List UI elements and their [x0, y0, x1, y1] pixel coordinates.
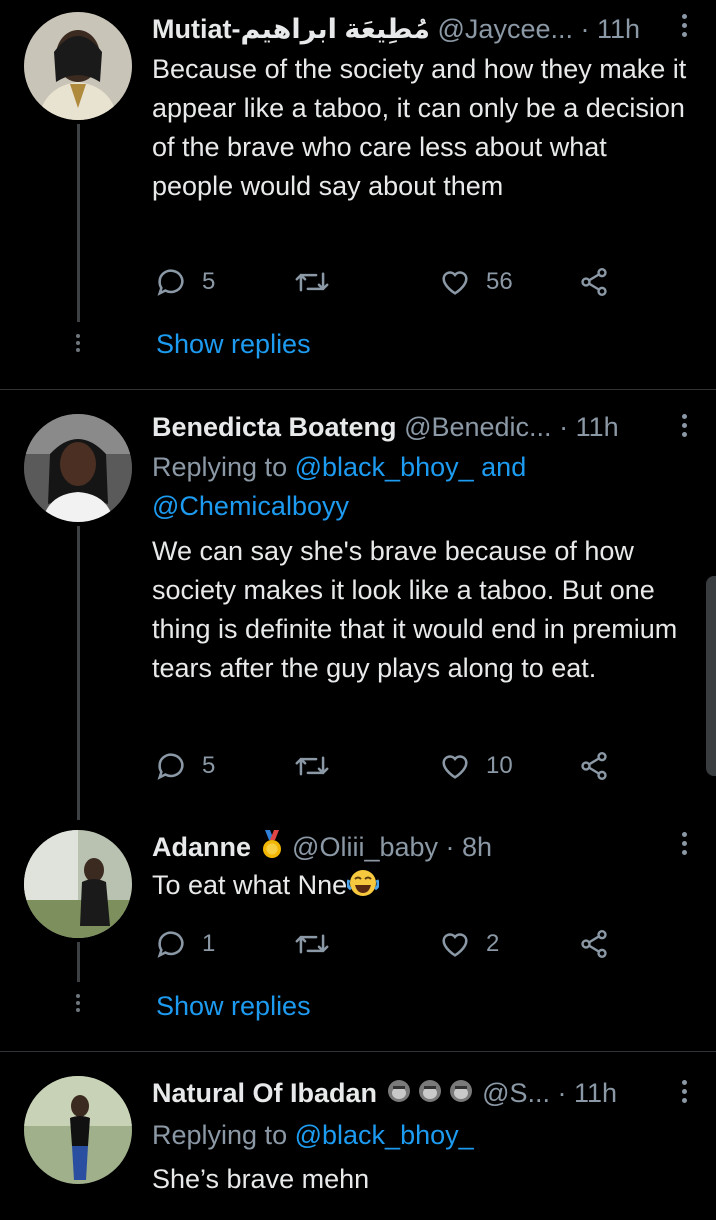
author-name[interactable]: Benedicta Boateng	[152, 412, 397, 442]
divider	[0, 389, 716, 390]
more-options-icon[interactable]	[682, 1080, 688, 1107]
avatar[interactable]	[24, 414, 132, 522]
scrollbar-thumb[interactable]	[706, 576, 716, 776]
show-replies-link[interactable]: Show replies	[156, 988, 311, 1024]
avatar[interactable]	[24, 1076, 132, 1184]
tweet-actions: 5 56	[152, 264, 622, 300]
reply-icon	[157, 931, 184, 958]
like-count: 10	[486, 752, 513, 779]
tweet-text: We can say she's brave because of how so…	[152, 536, 678, 683]
mention-link[interactable]: @black_bhoy_	[295, 1120, 474, 1150]
retweet-icon	[295, 934, 329, 954]
avatar[interactable]	[24, 830, 132, 938]
share-icon	[581, 930, 607, 958]
author-handle[interactable]: @Jaycee...	[438, 14, 573, 44]
retweet-button[interactable]	[294, 748, 344, 784]
reply-count: 1	[202, 930, 216, 957]
like-button[interactable]: 10	[438, 748, 513, 784]
like-button[interactable]: 56	[438, 264, 513, 300]
retweet-button[interactable]	[294, 264, 344, 300]
reply-button[interactable]: 5	[154, 264, 215, 300]
tweet-actions: 5 10	[152, 748, 622, 784]
like-count: 2	[486, 930, 500, 957]
tweet-header: Natural Of Ibadan @S... · 11h	[152, 1076, 696, 1110]
avatar[interactable]	[24, 12, 132, 120]
retweet-icon	[295, 272, 329, 292]
share-button[interactable]	[578, 748, 624, 784]
tweet-text: She’s brave mehn	[152, 1164, 370, 1194]
tweet-time: · 11h	[559, 412, 619, 442]
author-name[interactable]: Natural Of Ibadan	[152, 1078, 377, 1108]
reply-count: 5	[202, 268, 216, 295]
tweet-text-content: To eat what Nne	[152, 870, 348, 900]
tweet-header: Mutiat-مُطِيعَة ابراهيم @Jaycee... · 11h	[152, 12, 696, 46]
reply-count: 5	[202, 752, 216, 779]
tweet-time: · 11h	[557, 1078, 618, 1108]
author-handle[interactable]: @S...	[482, 1078, 550, 1108]
show-replies-link[interactable]: Show replies	[156, 326, 311, 362]
share-icon	[581, 752, 607, 780]
divider	[0, 1051, 716, 1052]
mention-link[interactable]: @black_bhoy_	[295, 452, 474, 482]
mention-link[interactable]: @Chemicalboyy	[152, 491, 349, 521]
like-button[interactable]: 2	[438, 926, 499, 962]
joy-emoji	[346, 868, 380, 909]
author-handle[interactable]: @Benedic...	[404, 412, 552, 442]
reply-button[interactable]: 1	[154, 926, 215, 962]
share-icon	[581, 268, 607, 296]
share-button[interactable]	[578, 926, 624, 962]
share-button[interactable]	[578, 264, 624, 300]
heart-icon	[442, 755, 468, 779]
like-count: 56	[486, 268, 513, 295]
reply-button[interactable]: 5	[154, 748, 215, 784]
replying-label: Replying to	[152, 452, 288, 482]
tweet-actions: 1 2	[152, 926, 622, 962]
replying-to: Replying to @black_bhoy_	[152, 1116, 686, 1155]
replying-label: Replying to	[152, 1120, 288, 1150]
tweet-text: Because of the society and how they make…	[152, 54, 687, 201]
replying-and: and	[481, 452, 527, 482]
reply-icon	[157, 753, 184, 780]
retweet-button[interactable]	[294, 926, 344, 962]
heart-icon	[442, 933, 468, 957]
tweet-header: Benedicta Boateng @Benedic... · 11h	[152, 410, 696, 444]
monkey-emoji	[385, 1076, 475, 1114]
author-handle[interactable]: @Oliii_baby	[292, 832, 438, 862]
more-options-icon[interactable]	[682, 414, 688, 441]
replying-to: Replying to @black_bhoy_ and @Chemicalbo…	[152, 448, 686, 526]
more-options-icon[interactable]	[682, 14, 688, 41]
medal-emoji	[259, 830, 285, 868]
reply-icon	[157, 269, 184, 296]
author-name[interactable]: Mutiat-مُطِيعَة ابراهيم	[152, 14, 430, 44]
heart-icon	[442, 271, 468, 295]
tweet-time: · 8h	[445, 832, 493, 862]
more-options-icon[interactable]	[682, 832, 688, 859]
tweet-time: · 11h	[580, 14, 641, 44]
tweet-header: Adanne @Oliii_baby · 8h	[152, 830, 696, 864]
author-name[interactable]: Adanne	[152, 832, 251, 862]
tweet-text: To eat what Nne	[152, 866, 688, 909]
retweet-icon	[295, 756, 329, 776]
